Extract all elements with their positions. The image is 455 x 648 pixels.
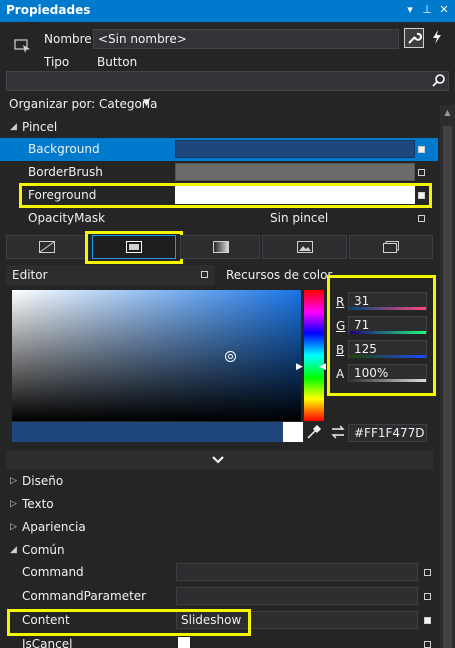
property-row-opacitymask[interactable]: OpacityMask Sin pincel: [0, 207, 438, 230]
tab-image-brush[interactable]: [262, 235, 347, 259]
brush-resources-icon: [383, 241, 399, 253]
property-name: IsCancel: [22, 637, 73, 648]
panel-title-bar: Propiedades ▾ ⊥ ✕: [0, 0, 455, 22]
property-name: CommandParameter: [22, 589, 147, 603]
advanced-options-square[interactable]: [418, 215, 425, 222]
content-highlight-box: [7, 609, 251, 636]
property-name: Command: [22, 565, 84, 579]
property-row-command[interactable]: Command: [0, 561, 438, 584]
eyedropper-icon[interactable]: [306, 424, 322, 440]
swap-color-format-icon[interactable]: [331, 425, 345, 439]
hue-slider[interactable]: [304, 290, 324, 421]
search-icon[interactable]: [432, 73, 446, 87]
property-name: OpacityMask: [28, 211, 106, 225]
section-common[interactable]: Común: [22, 543, 65, 557]
element-picker-icon[interactable]: [14, 38, 34, 56]
collapse-triangle-icon[interactable]: ◢: [10, 545, 17, 555]
property-name: BorderBrush: [28, 165, 103, 179]
hue-slider-right-arrow[interactable]: ◀: [319, 362, 326, 372]
name-input[interactable]: <Sin nombre>: [93, 29, 399, 49]
type-label: Tipo: [44, 55, 70, 69]
arrange-by-dropdown[interactable]: Organizar por: Categoría: [9, 97, 157, 111]
a-label: A: [336, 367, 345, 381]
property-row-borderbrush[interactable]: BorderBrush: [0, 161, 438, 184]
no-brush-icon: [39, 241, 55, 253]
advanced-options-square[interactable]: [424, 641, 431, 648]
wrench-icon: [408, 32, 422, 44]
section-layout[interactable]: Diseño: [22, 474, 63, 488]
expand-triangle-icon[interactable]: ▷: [10, 476, 17, 486]
current-color-preview: [12, 422, 283, 442]
chevron-down-icon: [212, 456, 224, 464]
hue-slider-left-arrow[interactable]: ▶: [296, 362, 303, 372]
scrollbar-thumb[interactable]: [443, 126, 452, 648]
tab-color-resources[interactable]: Recursos de color: [226, 268, 332, 282]
color-picker-handle[interactable]: [225, 351, 236, 362]
opacitymask-value[interactable]: Sin pincel: [270, 211, 328, 225]
command-input[interactable]: [176, 563, 418, 581]
r-label: R: [336, 295, 345, 309]
brush-section-title[interactable]: Pincel: [22, 120, 57, 134]
b-gradient-bar: [350, 355, 426, 358]
search-input[interactable]: [6, 71, 449, 91]
solid-brush-highlight-box: [85, 231, 183, 264]
property-row-commandparameter[interactable]: CommandParameter: [0, 585, 438, 608]
expand-triangle-icon[interactable]: ▷: [10, 499, 17, 509]
panel-title: Propiedades: [6, 3, 91, 17]
dropdown-icon[interactable]: ▾: [403, 3, 417, 17]
tab-no-brush[interactable]: [6, 235, 86, 259]
property-row-iscancel[interactable]: IsCancel: [0, 633, 438, 648]
pin-icon[interactable]: ⊥: [420, 3, 434, 17]
scroll-up-icon[interactable]: ▲: [441, 108, 454, 120]
iscancel-checkbox[interactable]: [178, 637, 190, 648]
background-swatch[interactable]: [175, 140, 415, 158]
original-color-preview[interactable]: [283, 422, 303, 442]
color-saturation-field[interactable]: [12, 290, 301, 421]
g-gradient-bar: [350, 331, 426, 334]
events-view-button[interactable]: [428, 28, 448, 48]
advanced-options-square[interactable]: [418, 169, 425, 176]
section-text[interactable]: Texto: [22, 497, 54, 511]
name-label: Nombre: [44, 32, 92, 46]
property-name: Background: [28, 142, 100, 156]
tab-gradient-brush[interactable]: [180, 235, 260, 259]
editor-tab-label: Editor: [12, 268, 48, 282]
section-appearance[interactable]: Apariencia: [22, 520, 86, 534]
expand-triangle-icon[interactable]: ▷: [10, 522, 17, 532]
r-gradient-bar: [350, 307, 426, 310]
foreground-highlight-box: [19, 183, 432, 208]
advanced-options-square[interactable]: [418, 146, 425, 153]
chevron-down-icon: ▼: [143, 98, 150, 108]
a-gradient-bar: [350, 379, 426, 382]
editor-options-square[interactable]: [201, 271, 208, 278]
advanced-options-square[interactable]: [424, 617, 431, 624]
type-value: Button: [97, 55, 138, 69]
expand-editor-bar[interactable]: [6, 450, 433, 470]
b-label: B: [336, 343, 345, 357]
gradient-brush-icon: [213, 241, 229, 253]
g-label: G: [336, 319, 346, 333]
commandparameter-input[interactable]: [176, 587, 418, 605]
borderbrush-swatch[interactable]: [175, 163, 415, 181]
properties-view-button[interactable]: [404, 28, 424, 48]
collapse-triangle-icon[interactable]: ◢: [10, 122, 17, 132]
lightning-icon: [433, 30, 441, 44]
close-icon[interactable]: ✕: [437, 3, 451, 17]
property-row-background[interactable]: Background: [0, 138, 438, 161]
hex-color-input[interactable]: #FF1F477D: [348, 424, 427, 442]
tab-brush-resources[interactable]: [349, 235, 433, 259]
advanced-options-square[interactable]: [424, 569, 431, 576]
advanced-options-square[interactable]: [424, 593, 431, 600]
tab-editor[interactable]: Editor: [6, 265, 215, 285]
image-brush-icon: [297, 241, 313, 253]
